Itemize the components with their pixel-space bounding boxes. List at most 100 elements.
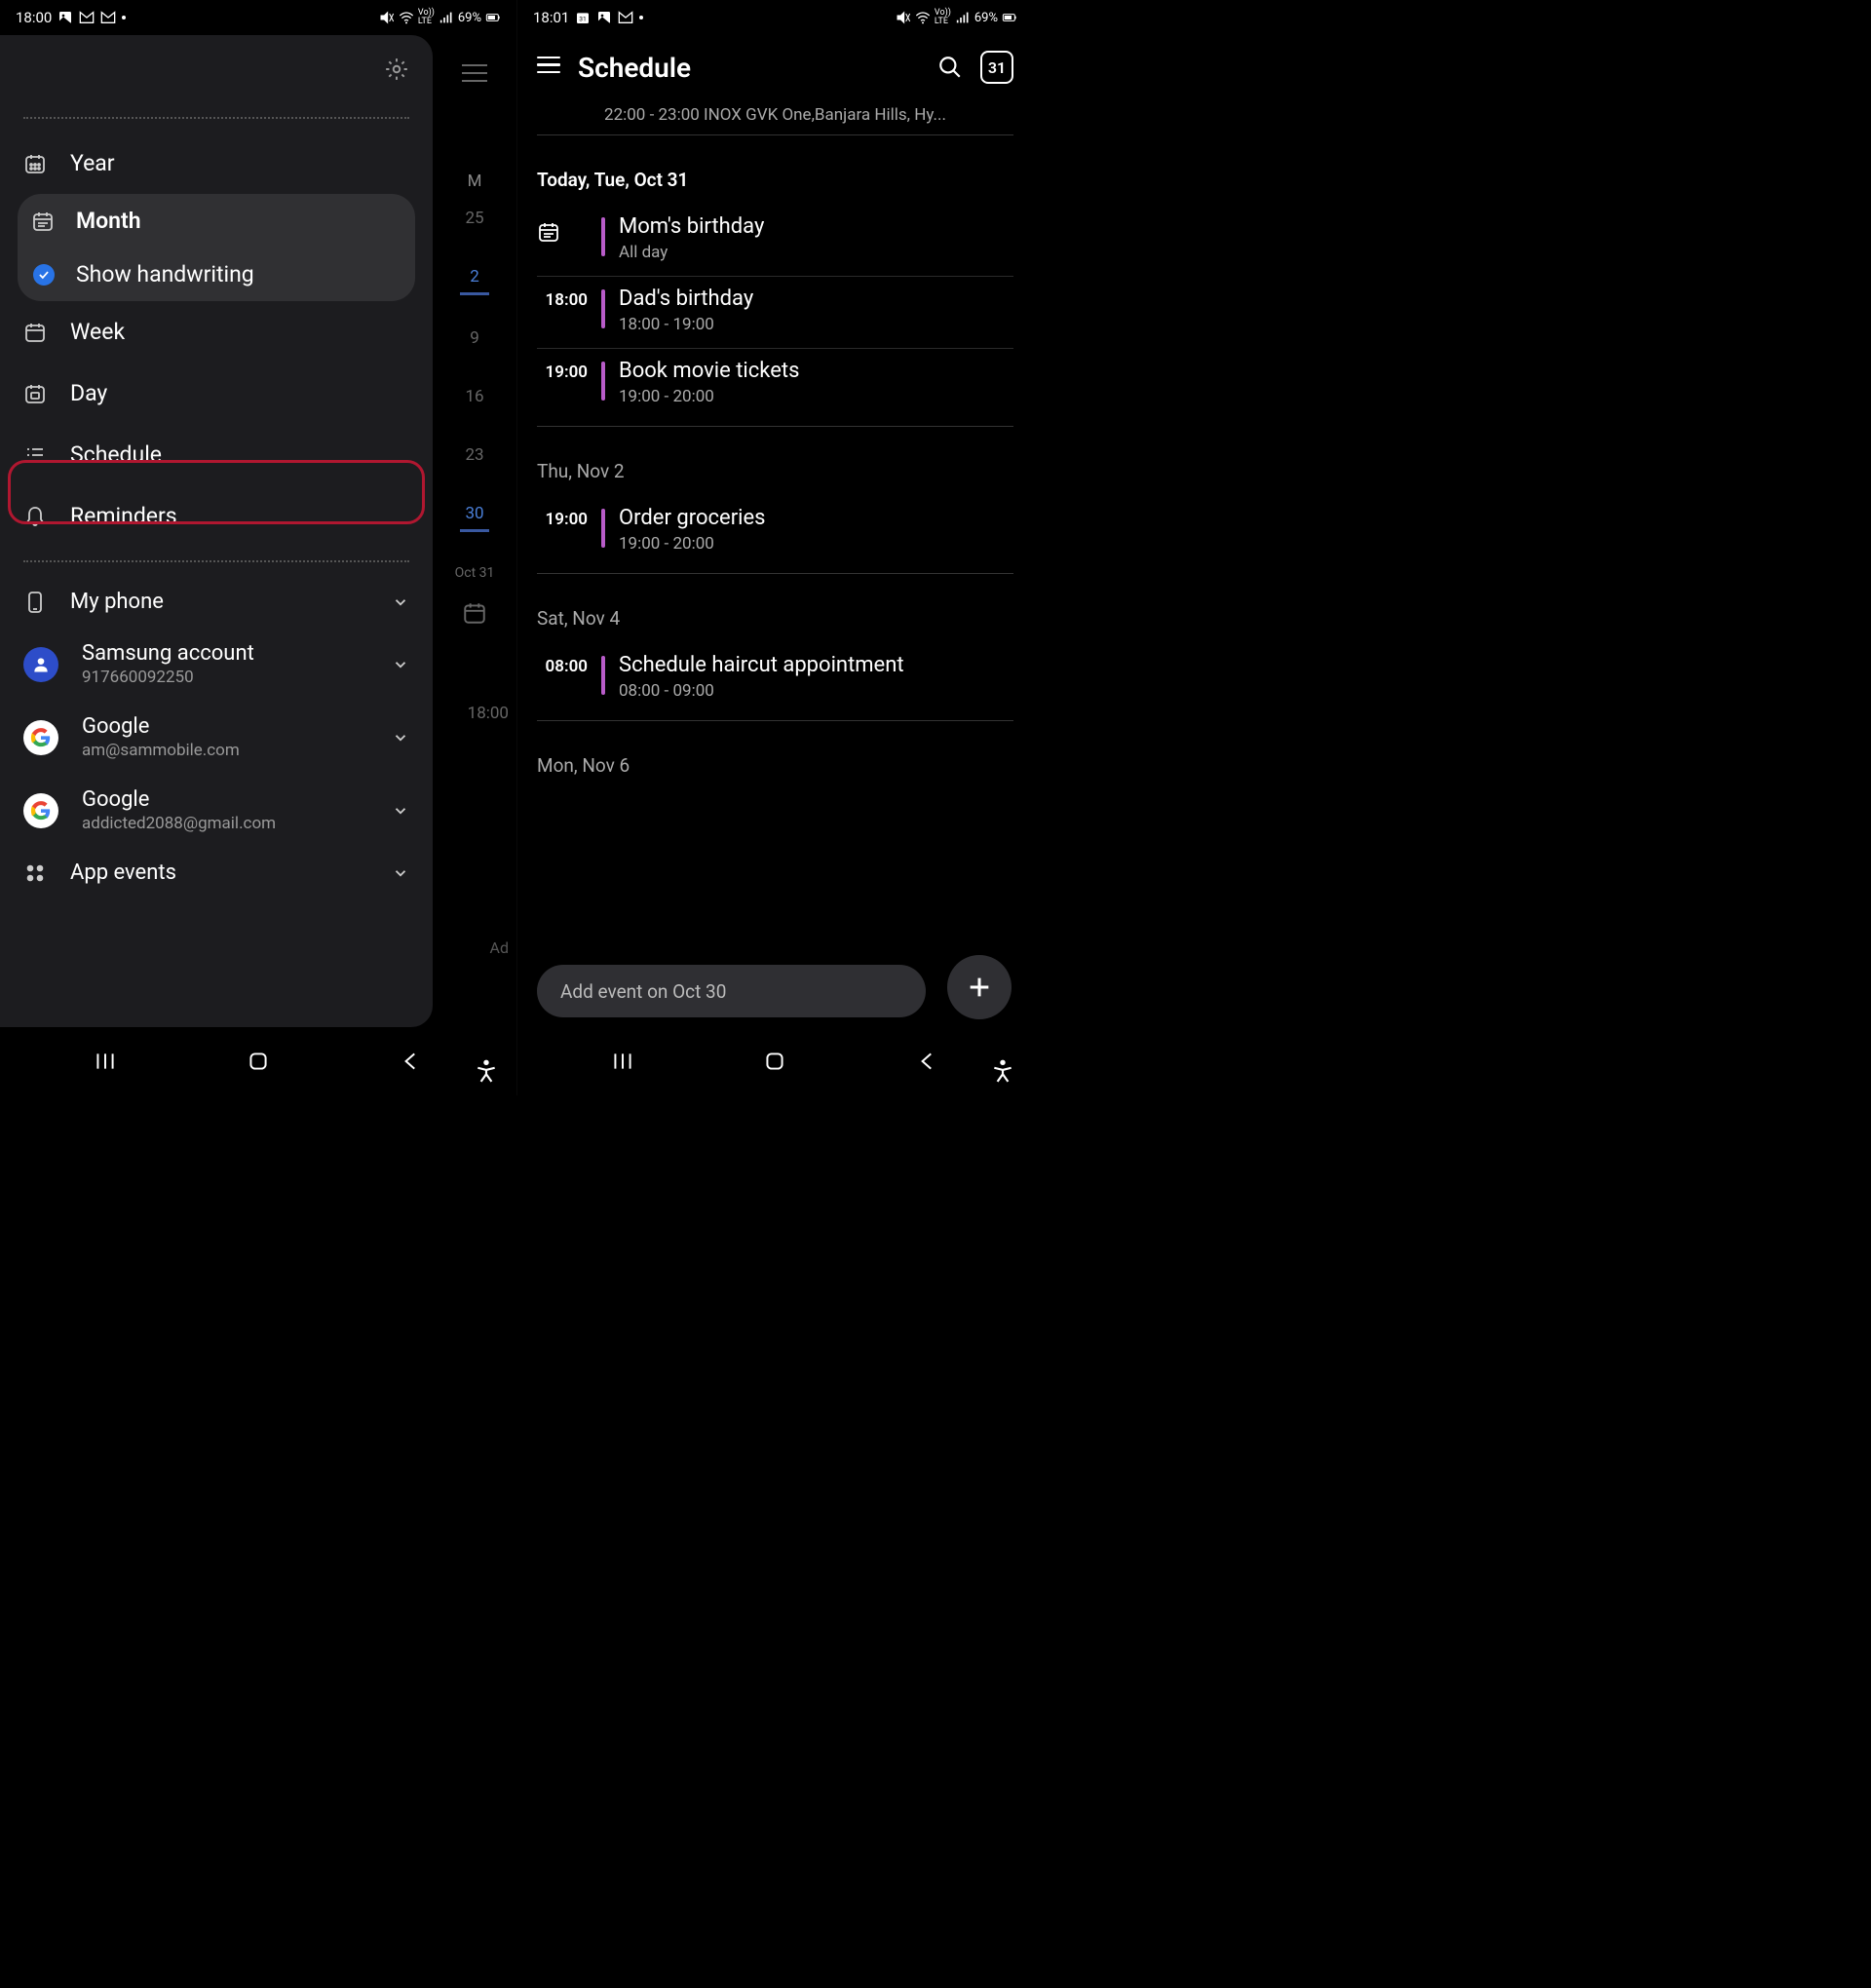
bg-day-16[interactable]: 16 — [433, 387, 516, 406]
drawer-top-bar — [0, 49, 433, 103]
account-app-events[interactable]: App events — [0, 847, 433, 898]
phone-icon — [23, 591, 47, 614]
more-dot-icon — [122, 16, 126, 19]
day-header-nov4: Sat, Nov 4 — [537, 607, 1013, 630]
accessibility-icon[interactable] — [474, 1058, 499, 1084]
menu-icon[interactable] — [462, 64, 487, 84]
google2-title: Google — [82, 787, 368, 812]
view-day[interactable]: Day — [0, 363, 433, 424]
gmail-icon — [618, 10, 633, 25]
event-color-bar — [601, 362, 605, 401]
day-block-nov6: Mon, Nov 6 — [537, 754, 1013, 796]
view-schedule[interactable]: Schedule — [0, 424, 433, 485]
home-button[interactable] — [246, 1049, 271, 1074]
status-bar: 18:00 Vo))LTE 69% — [0, 0, 516, 35]
event-color-bar — [601, 217, 605, 256]
back-button[interactable] — [399, 1049, 424, 1074]
add-fab[interactable] — [947, 955, 1012, 1019]
account-samsung[interactable]: Samsung account 917660092250 — [0, 628, 433, 701]
event-time-slot — [537, 214, 588, 244]
event-haircut[interactable]: 08:00 Schedule haircut appointment 08:00… — [537, 643, 1013, 714]
plus-icon — [966, 974, 993, 1001]
recents-button[interactable] — [93, 1049, 118, 1074]
bg-date-label: Oct 31 — [433, 565, 516, 581]
account-my-phone[interactable]: My phone — [0, 576, 433, 628]
navigation-bar — [0, 1027, 516, 1095]
event-time: 19:00 — [537, 506, 588, 529]
year-icon — [23, 152, 47, 175]
day-block-nov4: Sat, Nov 4 08:00 Schedule haircut appoin… — [537, 607, 1013, 721]
google-icon — [23, 793, 58, 828]
right-screen: 18:01 31 Vo))LTE 69% Schedule 31 22:00 -… — [516, 0, 1033, 1095]
back-button[interactable] — [915, 1049, 940, 1074]
search-button[interactable] — [937, 55, 963, 80]
bg-day-2[interactable]: 2 — [433, 267, 516, 287]
add-event-input[interactable]: Add event on Oct 30 — [537, 965, 926, 1017]
google1-title: Google — [82, 714, 368, 739]
today-button[interactable]: 31 — [980, 51, 1013, 84]
event-order-groceries[interactable]: 19:00 Order groceries 19:00 - 20:00 — [537, 496, 1013, 567]
event-title: Book movie tickets — [619, 359, 1013, 383]
view-reminders-label: Reminders — [70, 503, 177, 529]
truncated-prev-event[interactable]: 22:00 - 23:00 INOX GVK One,Banjara Hills… — [537, 99, 1013, 135]
show-handwriting-toggle[interactable]: Show handwriting — [18, 248, 415, 301]
navigation-bar — [517, 1027, 1033, 1095]
chevron-down-icon — [392, 802, 409, 820]
view-week-label: Week — [70, 319, 125, 345]
settings-icon[interactable] — [384, 57, 409, 82]
bg-day-25[interactable]: 25 — [433, 209, 516, 228]
event-dad-birthday[interactable]: 18:00 Dad's birthday 18:00 - 19:00 — [537, 277, 1013, 349]
menu-button[interactable] — [537, 57, 560, 78]
add-event-placeholder: Add event on Oct 30 — [560, 980, 726, 1003]
day-header-today: Today, Tue, Oct 31 — [537, 169, 1013, 191]
allday-icon — [537, 220, 560, 244]
wifi-icon — [399, 10, 414, 25]
samsung-sub: 917660092250 — [82, 668, 368, 687]
event-mom-birthday[interactable]: Mom's birthday All day — [537, 205, 1013, 277]
view-year[interactable]: Year — [0, 133, 433, 194]
home-button[interactable] — [762, 1049, 787, 1074]
svg-text:31: 31 — [580, 15, 587, 22]
calendar-app-icon: 31 — [575, 10, 591, 25]
view-reminders[interactable]: Reminders — [0, 485, 433, 547]
view-month-label: Month — [76, 208, 141, 234]
app-events-icon — [23, 861, 47, 885]
view-week[interactable]: Week — [0, 301, 433, 363]
event-color-bar — [601, 656, 605, 695]
status-time: 18:00 — [16, 9, 52, 26]
volte-icon: Vo))LTE — [935, 9, 951, 26]
event-book-movie[interactable]: 19:00 Book movie tickets 19:00 - 20:00 — [537, 349, 1013, 420]
month-icon — [31, 210, 55, 233]
app-events-label: App events — [70, 860, 368, 885]
view-month[interactable]: Month — [18, 194, 415, 248]
event-time: 18:00 — [537, 287, 588, 310]
event-title: Schedule haircut appointment — [619, 653, 1013, 677]
mute-icon — [896, 10, 911, 25]
account-google-2[interactable]: Google addicted2088@gmail.com — [0, 774, 433, 847]
bg-day-9[interactable]: 9 — [433, 328, 516, 348]
accessibility-icon[interactable] — [990, 1058, 1015, 1084]
view-day-label: Day — [70, 380, 107, 406]
my-phone-label: My phone — [70, 590, 368, 614]
account-google-1[interactable]: Google am@sammobile.com — [0, 701, 433, 774]
gallery-icon — [596, 10, 612, 25]
view-schedule-label: Schedule — [70, 441, 162, 468]
recents-button[interactable] — [610, 1049, 635, 1074]
schedule-list[interactable]: 22:00 - 23:00 INOX GVK One,Banjara Hills… — [517, 99, 1033, 957]
day-header-nov6: Mon, Nov 6 — [537, 754, 1013, 777]
schedule-icon — [23, 443, 47, 467]
status-right: Vo))LTE 69% — [379, 9, 501, 26]
bg-day-23[interactable]: 23 — [433, 445, 516, 465]
chevron-down-icon — [392, 864, 409, 882]
status-left: 18:00 — [16, 9, 126, 26]
google2-sub: addicted2088@gmail.com — [82, 814, 368, 833]
divider — [23, 560, 409, 562]
signal-icon — [439, 10, 454, 25]
reminders-icon — [23, 505, 47, 528]
battery-icon — [1002, 10, 1017, 25]
event-time: 08:00 — [537, 653, 588, 676]
signal-icon — [955, 10, 971, 25]
bg-day-30[interactable]: 30 — [433, 504, 516, 523]
chevron-down-icon — [392, 593, 409, 611]
event-sub: All day — [619, 243, 1013, 262]
